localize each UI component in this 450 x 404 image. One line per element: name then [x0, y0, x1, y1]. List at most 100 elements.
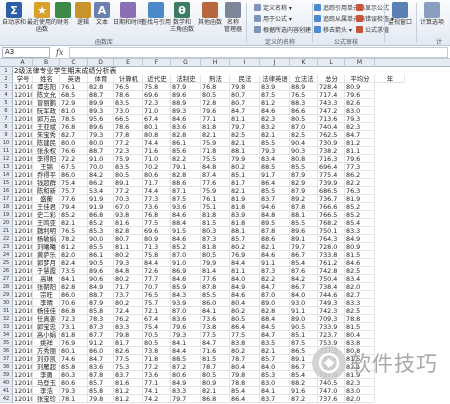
table-cell[interactable]: 84.6 — [171, 211, 201, 219]
table-cell[interactable]: 90.4 — [290, 139, 318, 147]
table-cell[interactable]: 88.2 — [290, 379, 318, 387]
table-cell[interactable]: 717.4 — [318, 91, 345, 99]
table-cell[interactable]: 曾丽鹏 — [33, 99, 60, 107]
table-cell[interactable]: 79.3 — [60, 387, 88, 395]
table-cell[interactable]: 1201007 — [13, 131, 33, 139]
table-cell[interactable]: 88.3 — [290, 99, 318, 107]
table-cell[interactable]: 盛蘅 — [33, 195, 60, 203]
table-cell[interactable]: 1201035 — [13, 355, 33, 363]
table-cell[interactable]: 713.6 — [318, 115, 345, 123]
table-cell[interactable]: 87.3 — [260, 267, 290, 275]
table-cell[interactable]: 71.0 — [143, 107, 171, 115]
table-cell[interactable]: 87.9 — [290, 187, 318, 195]
table-cell[interactable]: 1201024 — [13, 267, 33, 275]
table-cell[interactable]: 88.6 — [260, 235, 290, 243]
row-header[interactable]: 9 — [0, 131, 13, 139]
table-cell[interactable]: 1201036 — [13, 363, 33, 371]
table-cell[interactable]: 1201026 — [13, 283, 33, 291]
table-cell[interactable]: 82.1 — [60, 219, 88, 227]
row-header[interactable]: 5 — [0, 99, 13, 107]
row-header[interactable]: 33 — [0, 323, 13, 331]
table-cell[interactable]: 1201011 — [13, 163, 33, 171]
table-cell[interactable]: 89.5 — [260, 219, 290, 227]
table-cell[interactable]: 82.5 — [345, 307, 375, 315]
table-cell[interactable]: 85.2 — [345, 203, 375, 211]
table-cell[interactable]: 79.3 — [114, 259, 143, 267]
table-cell[interactable]: 87.3 — [88, 323, 114, 331]
ribbon-button-4[interactable]: A 文本 — [94, 2, 110, 36]
table-cell[interactable]: 79.7 — [171, 395, 201, 403]
table-cell[interactable]: 78.7 — [201, 363, 230, 371]
table-cell[interactable]: 81.4 — [201, 267, 230, 275]
table-cell[interactable]: 魏利明 — [33, 227, 60, 235]
row-header[interactable]: 29 — [0, 291, 13, 299]
table-cell[interactable]: 1201002 — [13, 91, 33, 99]
table-cell[interactable]: 82.5 — [230, 131, 260, 139]
table-cell[interactable]: 87.9 — [290, 171, 318, 179]
table-cell[interactable]: 1201027 — [13, 291, 33, 299]
row-header[interactable]: 40 — [0, 379, 13, 387]
table-cell[interactable]: 84.7 — [230, 107, 260, 115]
table-cell[interactable]: 80.9 — [345, 243, 375, 251]
table-cell[interactable]: 85.1 — [230, 171, 260, 179]
column-header[interactable]: F — [143, 59, 171, 67]
row-header[interactable]: 34 — [0, 331, 13, 339]
table-cell[interactable]: 80.2 — [230, 347, 260, 355]
table-cell[interactable]: 83.2 — [260, 123, 290, 131]
table-cell[interactable]: 87.8 — [88, 371, 114, 379]
table-cell[interactable]: 85.6 — [171, 147, 201, 155]
table-cell[interactable]: 72.3 — [60, 315, 88, 323]
table-cell[interactable]: 86.4 — [230, 323, 260, 331]
table-cell[interactable]: 70.0 — [88, 163, 114, 171]
column-header[interactable]: M — [345, 59, 375, 67]
table-cell[interactable]: 陈和新 — [33, 187, 60, 195]
table-cell[interactable]: 70.5 — [143, 331, 171, 339]
table-cell[interactable]: 82.8 — [171, 131, 201, 139]
table-cell[interactable]: 73.1 — [60, 323, 88, 331]
table-cell[interactable]: 80.2 — [114, 275, 143, 283]
table-cell[interactable]: 黄萨乐 — [33, 251, 60, 259]
table-cell[interactable]: 73.6 — [143, 371, 171, 379]
table-cell[interactable]: 1201005 — [13, 115, 33, 123]
table-cell[interactable]: 陈文允 — [33, 91, 60, 99]
table-cell[interactable]: 1201038 — [13, 379, 33, 387]
table-cell[interactable]: 86.7 — [290, 283, 318, 291]
table-cell[interactable]: 84.8 — [260, 211, 290, 219]
ribbon-small-button[interactable]: 移去箭头 ▾ — [314, 25, 352, 34]
table-cell[interactable]: 82.2 — [345, 179, 375, 187]
table-cell[interactable]: 89.6 — [290, 227, 318, 235]
table-cell[interactable]: 杨敏娟 — [33, 235, 60, 243]
table-cell[interactable]: 86.0 — [201, 299, 230, 307]
table-cell[interactable]: 81.6 — [114, 379, 143, 387]
table-cell[interactable]: 郭宝忠 — [33, 323, 60, 331]
table-cell[interactable]: 80.0 — [88, 139, 114, 147]
table-cell[interactable]: 86.8 — [60, 307, 88, 315]
table-cell[interactable]: 76.3 — [345, 187, 375, 195]
table-cell[interactable]: 75.1 — [201, 203, 230, 211]
row-header[interactable]: 37 — [0, 355, 13, 363]
table-cell[interactable]: 80.1 — [143, 123, 171, 131]
table-cell[interactable]: 84.1 — [60, 275, 88, 283]
calc-options-button[interactable]: 计算选项 — [420, 2, 444, 36]
table-cell[interactable]: 723.7 — [318, 331, 345, 339]
table-cell[interactable]: 73.0 — [114, 107, 143, 115]
table-cell[interactable]: 79.7 — [290, 243, 318, 251]
table-cell[interactable]: 1201034 — [13, 347, 33, 355]
table-cell[interactable]: 83.0 — [345, 107, 375, 115]
row-header[interactable]: 42 — [0, 395, 13, 403]
table-cell[interactable]: 93.8 — [114, 211, 143, 219]
table-cell[interactable]: 84.7 — [201, 339, 230, 347]
table-cell[interactable]: 80.8 — [290, 155, 318, 163]
table-cell[interactable]: 83.5 — [114, 163, 143, 171]
table-cell[interactable]: 76.8 — [143, 211, 171, 219]
table-cell[interactable]: 82.8 — [88, 83, 114, 91]
table-cell[interactable]: 75.8 — [143, 251, 171, 259]
table-cell[interactable]: 82.3 — [345, 379, 375, 387]
table-cell[interactable]: 89.3 — [171, 107, 201, 115]
row-header[interactable]: 8 — [0, 123, 13, 131]
table-cell[interactable]: 81.2 — [114, 395, 143, 403]
table-cell[interactable]: 740.4 — [318, 123, 345, 131]
table-cell[interactable]: 84.7 — [260, 283, 290, 291]
table-cell[interactable]: 95.6 — [88, 115, 114, 123]
table-cell[interactable]: 89.2 — [290, 195, 318, 203]
